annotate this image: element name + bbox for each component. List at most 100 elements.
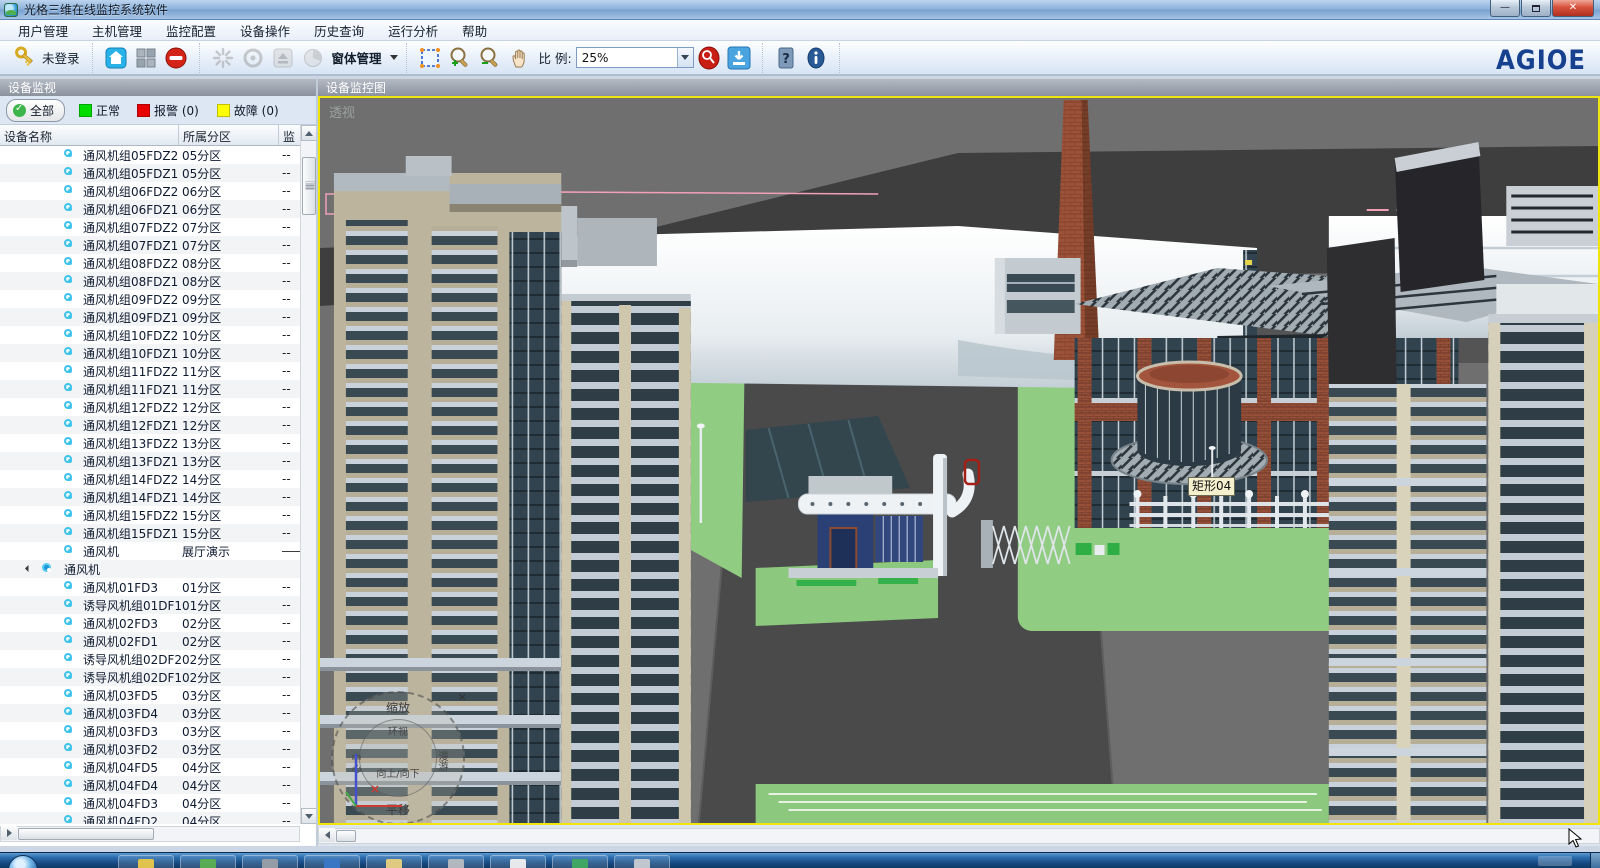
table-row[interactable]: 通风机组07FDZ1 07分区 -- <box>0 236 300 254</box>
table-row[interactable]: 通风机组13FDZ1 13分区 -- <box>0 452 300 470</box>
table-row[interactable]: 通风机组08FDZ2 08分区 -- <box>0 254 300 272</box>
taskbar-app-button[interactable] <box>180 855 236 868</box>
about-button[interactable] <box>803 45 829 71</box>
table-row[interactable]: 通风机组05FDZ2 05分区 -- <box>0 146 300 164</box>
login-label[interactable]: 未登录 <box>42 48 80 67</box>
table-row[interactable]: 通风机04FD5 04分区 -- <box>0 758 300 776</box>
scroll-down-button[interactable] <box>301 808 317 824</box>
table-row[interactable]: 通风机组05FDZ1 05分区 -- <box>0 164 300 182</box>
taskbar-app-button[interactable] <box>366 855 422 868</box>
login-button[interactable] <box>10 45 36 71</box>
wheel-walk-label[interactable]: 漫游 <box>434 751 449 771</box>
table-row[interactable]: 通风机04FD3 04分区 -- <box>0 794 300 812</box>
scale-combobox[interactable]: 25% <box>576 47 694 68</box>
locate-button[interactable] <box>696 45 722 71</box>
wheel-close-icon[interactable]: ✕ <box>458 691 467 704</box>
table-row[interactable]: 通风机01FD3 01分区 -- <box>0 578 300 596</box>
expand-triangle-icon[interactable] <box>25 565 32 572</box>
taskbar-app-button[interactable] <box>242 855 298 868</box>
stop-button[interactable] <box>163 45 189 71</box>
hscroll-thumb[interactable] <box>18 828 154 840</box>
show-desktop-button[interactable] <box>1590 853 1600 868</box>
device-table-vscrollbar[interactable] <box>300 125 316 824</box>
table-row[interactable]: 通风机组15FDZ2 15分区 -- <box>0 506 300 524</box>
taskbar-app-button[interactable] <box>490 855 546 868</box>
taskbar-app-button[interactable] <box>614 855 670 868</box>
taskbar-app-button[interactable] <box>118 855 174 868</box>
table-row[interactable]: 通风机03FD2 03分区 -- <box>0 740 300 758</box>
table-row[interactable]: 通风机03FD3 03分区 -- <box>0 722 300 740</box>
status-filter-button[interactable]: 正常 <box>79 102 120 119</box>
restore-button[interactable] <box>1521 0 1551 17</box>
table-row[interactable]: 通风机 <box>0 560 300 578</box>
scroll-right-button[interactable] <box>1 826 17 840</box>
viewport-scroll-left-button[interactable] <box>319 828 335 842</box>
start-button[interactable] <box>8 855 38 868</box>
table-row[interactable]: 通风机组08FDZ1 08分区 -- <box>0 272 300 290</box>
table-row[interactable]: 通风机 展厅演示 ―― <box>0 542 300 560</box>
menu-item[interactable]: 设备操作 <box>228 19 302 42</box>
select-region-button[interactable] <box>417 45 443 71</box>
table-row[interactable]: 通风机组14FDZ1 14分区 -- <box>0 488 300 506</box>
home-button[interactable] <box>103 45 129 71</box>
viewport-hscroll-thumb[interactable] <box>336 830 356 842</box>
table-row[interactable]: 通风机组09FDZ1 09分区 -- <box>0 308 300 326</box>
taskbar-app-button[interactable] <box>552 855 608 868</box>
snapshot-button[interactable] <box>726 45 752 71</box>
viewport-hscrollbar[interactable] <box>318 828 1600 844</box>
menu-item[interactable]: 历史查询 <box>302 19 376 42</box>
table-row[interactable]: 通风机04FD4 04分区 -- <box>0 776 300 794</box>
vscroll-thumb[interactable] <box>302 157 316 215</box>
taskbar-app-button[interactable] <box>304 855 360 868</box>
table-row[interactable]: 通风机02FD3 02分区 -- <box>0 614 300 632</box>
table-row[interactable]: 通风机03FD4 03分区 -- <box>0 704 300 722</box>
windows-taskbar[interactable] <box>0 852 1600 868</box>
table-row[interactable]: 通风机组15FDZ1 15分区 -- <box>0 524 300 542</box>
table-row[interactable]: 通风机组11FDZ2 11分区 -- <box>0 362 300 380</box>
table-row[interactable]: 诱导风机组02DF2 02分区 -- <box>0 650 300 668</box>
table-row[interactable]: 通风机组10FDZ2 10分区 -- <box>0 326 300 344</box>
table-row[interactable]: 诱导风机组01DF1 01分区 -- <box>0 596 300 614</box>
table-row[interactable]: 通风机组06FDZ1 06分区 -- <box>0 200 300 218</box>
table-row[interactable]: 诱导风机组02DF1 02分区 -- <box>0 668 300 686</box>
cascade-windows-button[interactable] <box>133 45 159 71</box>
minimize-button[interactable]: — <box>1490 0 1520 17</box>
taskbar-app-button[interactable] <box>428 855 484 868</box>
status-filter-button[interactable]: 报警 (0) <box>137 102 199 119</box>
menu-item[interactable]: 主机管理 <box>80 19 154 42</box>
table-row[interactable]: 通风机组13FDZ2 13分区 -- <box>0 434 300 452</box>
scroll-up-button[interactable] <box>301 125 317 141</box>
table-row[interactable]: 通风机组11FDZ1 11分区 -- <box>0 380 300 398</box>
table-row[interactable]: 通风机组12FDZ2 12分区 -- <box>0 398 300 416</box>
status-filter-button[interactable]: 全部 <box>6 99 65 122</box>
wheel-zoom-label[interactable]: 缩放 <box>386 699 410 716</box>
menu-item[interactable]: 监控配置 <box>154 19 228 42</box>
column-header-name[interactable]: 设备名称 <box>0 125 179 145</box>
refresh-button[interactable] <box>210 45 236 71</box>
window-manage-label[interactable]: 窗体管理 <box>332 48 382 67</box>
table-row[interactable]: 通风机组07FDZ2 07分区 -- <box>0 218 300 236</box>
eject-button[interactable] <box>270 45 296 71</box>
menu-item[interactable]: 运行分析 <box>376 19 450 42</box>
close-button[interactable]: ✕ <box>1552 0 1594 17</box>
table-row[interactable]: 通风机03FD5 03分区 -- <box>0 686 300 704</box>
3d-viewport[interactable]: 透视 矩形04 缩放 平移 环视 中心 漫游 向上/向下 ✕ <box>318 96 1600 825</box>
menu-item[interactable]: 帮助 <box>450 19 499 42</box>
status-filter-button[interactable]: 故障 (0) <box>217 102 279 119</box>
menu-item[interactable]: 用户管理 <box>6 19 80 42</box>
chevron-down-icon[interactable] <box>390 55 398 60</box>
pan-button[interactable] <box>507 45 533 71</box>
device-table-hscrollbar[interactable] <box>0 826 300 842</box>
table-row[interactable]: 通风机组10FDZ1 10分区 -- <box>0 344 300 362</box>
table-row[interactable]: 通风机组06FDZ2 06分区 -- <box>0 182 300 200</box>
column-header-zone[interactable]: 所属分区 <box>179 125 279 145</box>
table-row[interactable]: 通风机组12FDZ1 12分区 -- <box>0 416 300 434</box>
table-row[interactable]: 通风机组14FDZ2 14分区 -- <box>0 470 300 488</box>
column-header-monitor[interactable]: 监视 <box>279 125 300 145</box>
combo-dropdown-button[interactable] <box>677 48 693 67</box>
table-row[interactable]: 通风机组09FDZ2 09分区 -- <box>0 290 300 308</box>
pie-button[interactable] <box>300 45 326 71</box>
zoom-in-button[interactable] <box>447 45 473 71</box>
table-row[interactable]: 通风机02FD1 02分区 -- <box>0 632 300 650</box>
help-button[interactable]: ? <box>773 45 799 71</box>
